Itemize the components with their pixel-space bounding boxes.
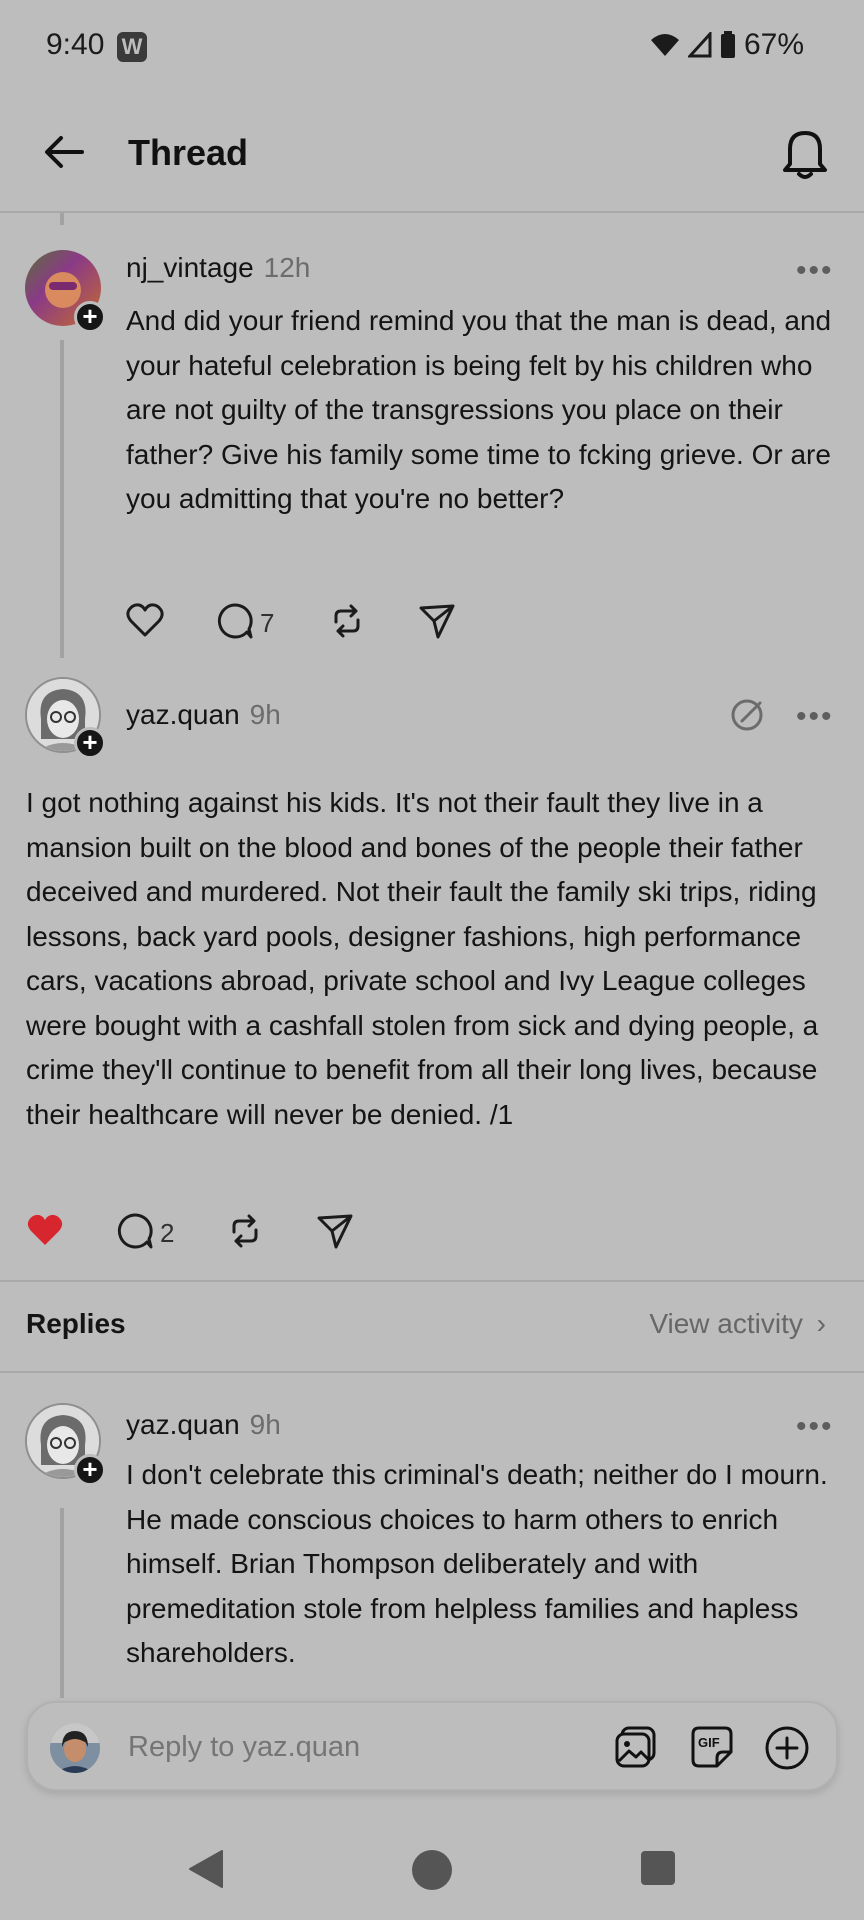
follow-plus-icon[interactable]: + [74,1454,106,1486]
comment-icon[interactable] [216,602,254,640]
post-text: And did your friend remind you that the … [126,305,832,514]
thread-line-top [60,213,64,225]
page-title: Thread [128,132,249,173]
heart-icon[interactable] [126,602,164,638]
post-actions: 2 [26,1210,426,1254]
reply-count: 2 [160,1218,175,1248]
edit-circle-icon[interactable] [729,697,765,733]
reply-input[interactable] [128,1731,488,1764]
send-icon[interactable] [418,602,456,640]
section-divider [0,1371,864,1373]
chevron-right-icon: › [816,1308,826,1339]
heart-filled-icon[interactable] [26,1212,64,1248]
post-header: yaz.quan 9h [126,1409,281,1441]
replies-heading: Replies [26,1308,126,1339]
follow-plus-icon[interactable]: + [74,301,106,333]
gif-label: GIF [698,1735,720,1750]
post-time: 9h [249,699,281,730]
post-actions: 7 [126,600,526,644]
plus-circle-icon[interactable] [764,1725,810,1771]
bell-icon [783,131,827,179]
status-icons: 67% [650,28,804,62]
repost-icon[interactable] [328,602,366,640]
view-activity-link[interactable]: View activity › [649,1308,826,1340]
post-text: I don't celebrate this criminal's death;… [126,1459,828,1668]
nav-recents-icon[interactable] [641,1851,675,1885]
wifi-icon [650,34,679,56]
nav-back-icon[interactable] [188,1849,224,1889]
app-notification-badge: W [117,32,147,62]
post-text: I got nothing against his kids. It's not… [26,787,819,1130]
username[interactable]: yaz.quan [126,699,240,730]
follow-plus-icon[interactable]: + [74,727,106,759]
battery-percent: 67% [743,28,804,61]
post-time: 9h [249,1409,281,1440]
signal-icon [687,32,712,58]
like-fill [27,1214,63,1245]
post-header: yaz.quan 9h [126,699,281,731]
more-dots-icon[interactable]: ••• [796,254,834,288]
image-icon[interactable] [614,1725,658,1769]
repost-icon[interactable] [226,1212,264,1250]
battery-icon [720,31,735,58]
thread-line [60,1508,64,1698]
thread-line [60,340,64,658]
username[interactable]: yaz.quan [126,1409,240,1440]
post-time: 12h [263,252,311,283]
comment-icon[interactable] [116,1212,154,1250]
back-button[interactable] [40,128,88,176]
arrow-left-icon [45,136,84,168]
header-divider [0,211,864,213]
more-dots-icon[interactable]: ••• [796,1410,834,1444]
post-header: nj_vintage 12h [126,252,310,284]
more-dots-icon[interactable]: ••• [796,700,834,734]
notifications-button[interactable] [780,126,830,180]
section-divider [0,1280,864,1282]
status-time: 9:40 [46,28,105,61]
username[interactable]: nj_vintage [126,252,254,283]
nav-home-icon[interactable] [412,1850,452,1890]
view-activity-label: View activity [649,1308,803,1339]
gif-button[interactable]: GIF [690,1725,734,1769]
reply-count: 7 [260,608,275,638]
send-icon[interactable] [316,1212,354,1250]
my-avatar [50,1723,100,1773]
